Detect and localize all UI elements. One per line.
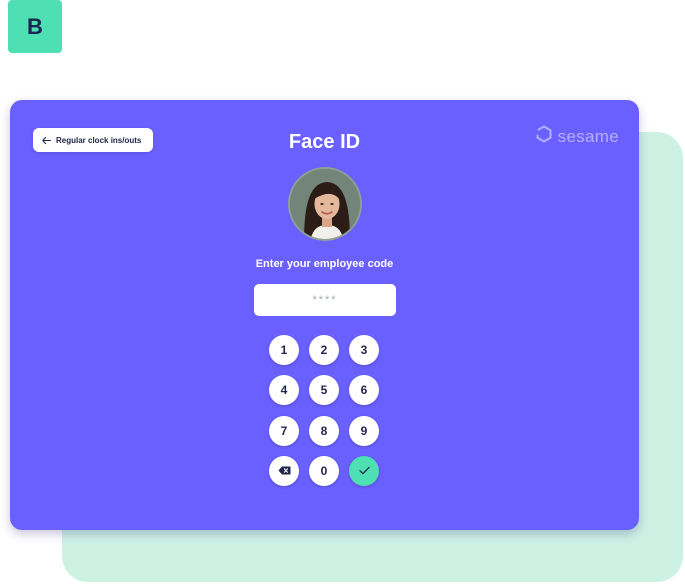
backspace-icon: [278, 464, 291, 478]
keypad-key-1[interactable]: 1: [269, 335, 299, 365]
keypad-key-9[interactable]: 9: [349, 416, 379, 446]
keypad-key-6[interactable]: 6: [349, 375, 379, 405]
keypad-key-4[interactable]: 4: [269, 375, 299, 405]
check-icon: [358, 464, 370, 478]
keypad-key-5[interactable]: 5: [309, 375, 339, 405]
employee-code-input[interactable]: [254, 284, 396, 316]
keypad-key-7[interactable]: 7: [269, 416, 299, 446]
employee-avatar: [288, 167, 362, 241]
brand-logo: sesame: [535, 125, 619, 148]
employee-code-prompt: Enter your employee code: [255, 258, 394, 270]
badge-letter: B: [27, 13, 43, 39]
section-badge: B: [8, 0, 62, 53]
face-id-panel: Regular clock ins/outs Face ID sesame En…: [10, 100, 639, 530]
keypad-key-0[interactable]: 0: [309, 456, 339, 486]
sesame-logo-icon: [535, 125, 553, 148]
brand-name: sesame: [557, 126, 619, 146]
keypad-key-8[interactable]: 8: [309, 416, 339, 446]
keypad-key-3[interactable]: 3: [349, 335, 379, 365]
keypad-confirm-button[interactable]: [349, 456, 379, 486]
keypad-backspace-button[interactable]: [269, 456, 299, 486]
keypad-key-2[interactable]: 2: [309, 335, 339, 365]
